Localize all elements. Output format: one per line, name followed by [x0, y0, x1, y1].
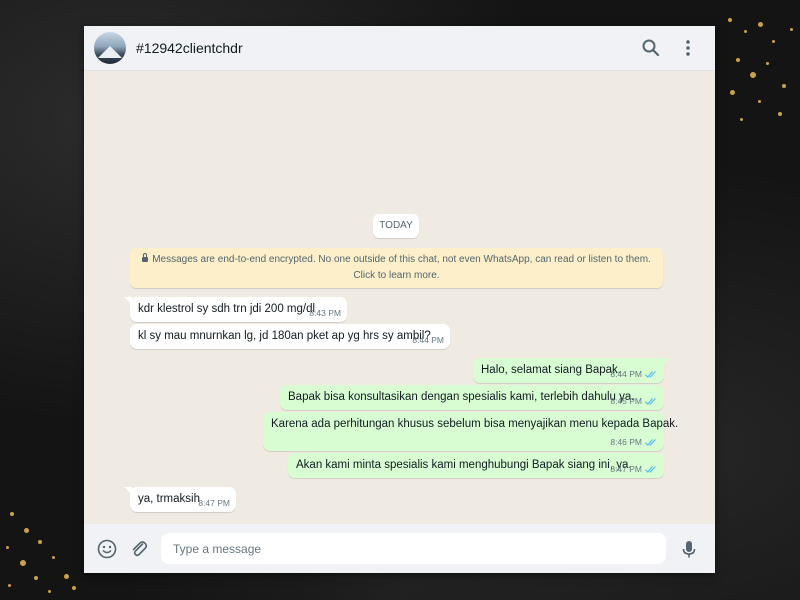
message-time: 8:44 PM: [610, 369, 642, 379]
chat-window: #12942clientchdr TODAY Messages are end-…: [84, 26, 715, 573]
message-list[interactable]: TODAY Messages are end-to-end encrypted.…: [84, 71, 715, 523]
message-time: 8:44 PM: [412, 335, 444, 345]
message-bubble-outgoing[interactable]: Akan kami minta spesialis kami menghubun…: [288, 453, 664, 478]
double-check-icon: [645, 398, 656, 405]
message-text: ya, trmaksih: [138, 493, 200, 505]
double-check-icon: [645, 439, 656, 446]
chat-title[interactable]: #12942clientchdr: [136, 40, 243, 56]
message-time: 8:45 PM: [610, 396, 642, 406]
emoji-icon[interactable]: [96, 538, 118, 560]
message-bubble-incoming[interactable]: ya, trmaksih 8:47 PM: [124, 487, 236, 512]
mic-icon[interactable]: [678, 538, 700, 560]
encryption-notice-text: Messages are end-to-end encrypted. No on…: [152, 254, 651, 281]
message-bubble-outgoing[interactable]: Karena ada perhitungan khusus sebelum bi…: [263, 412, 678, 451]
message-text: Akan kami minta spesialis kami menghubun…: [296, 459, 632, 471]
day-separator: TODAY: [373, 214, 419, 238]
message-time: 8:46 PM: [610, 437, 642, 447]
message-time: 8:43 PM: [309, 308, 341, 318]
message-text: Karena ada perhitungan khusus sebelum bi…: [271, 418, 679, 430]
message-input[interactable]: [161, 533, 666, 564]
message-text: kl sy mau mnurnkan lg, jd 180an pket ap …: [138, 330, 431, 342]
message-bubble-incoming[interactable]: kdr klestrol sy sdh trn jdi 200 mg/dl 8:…: [124, 297, 347, 322]
message-text: kdr klestrol sy sdh trn jdi 200 mg/dl: [138, 303, 316, 315]
double-check-icon: [645, 371, 656, 378]
double-check-icon: [645, 466, 656, 473]
message-time: 8:47 PM: [198, 498, 230, 508]
message-text: Bapak bisa konsultasikan dengan spesiali…: [288, 391, 635, 403]
message-time: 8:47 PM: [610, 464, 642, 474]
message-bubble-incoming[interactable]: kl sy mau mnurnkan lg, jd 180an pket ap …: [130, 324, 450, 349]
search-icon[interactable]: [641, 38, 661, 58]
attach-icon[interactable]: [128, 538, 150, 560]
chat-header: #12942clientchdr: [84, 26, 715, 71]
composer-bar: [84, 524, 715, 573]
avatar[interactable]: [94, 32, 126, 64]
message-bubble-outgoing[interactable]: Halo, selamat siang Bapak. 8:44 PM: [473, 358, 670, 383]
menu-dots-icon[interactable]: [678, 38, 698, 58]
message-text: Halo, selamat siang Bapak.: [481, 364, 621, 376]
encryption-notice[interactable]: Messages are end-to-end encrypted. No on…: [130, 248, 663, 288]
message-bubble-outgoing[interactable]: Bapak bisa konsultasikan dengan spesiali…: [280, 385, 664, 410]
lock-icon: [142, 253, 149, 262]
